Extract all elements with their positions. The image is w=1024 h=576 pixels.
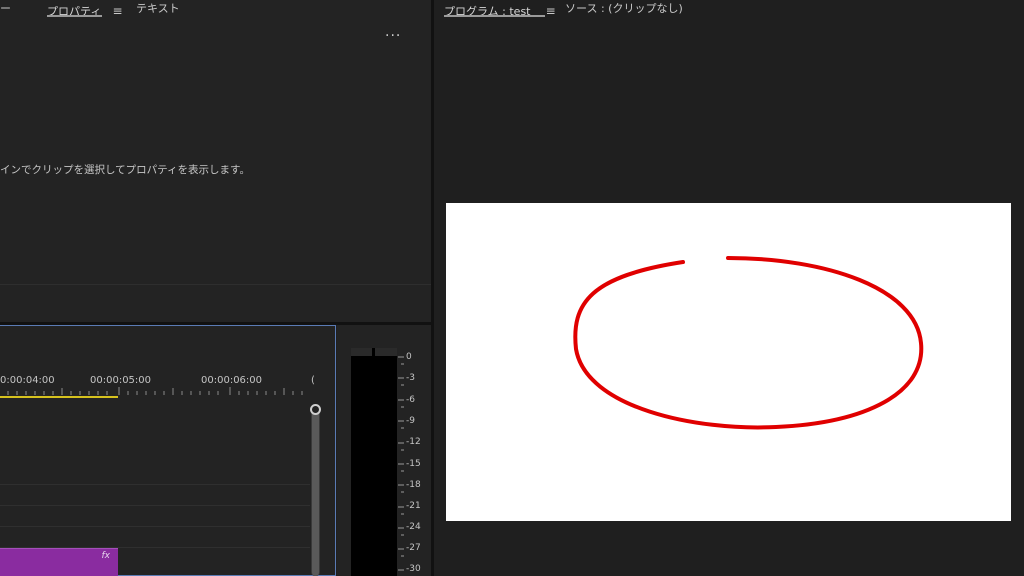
- meter-scale-label: -24: [406, 522, 421, 532]
- meter-scale-label: -30: [406, 564, 421, 574]
- meter-scale-label: -18: [406, 480, 421, 490]
- panel-divider: [0, 284, 431, 285]
- meter-scale-label: -27: [406, 543, 421, 553]
- panel-menu-icon[interactable]: ≡: [546, 4, 556, 18]
- meter-scale-label: -12: [406, 437, 421, 447]
- tab-partial-left[interactable]: ー: [0, 0, 11, 16]
- track-divider: [0, 526, 310, 527]
- panel-menu-icon[interactable]: ≡: [112, 4, 122, 18]
- properties-panel: [0, 0, 431, 322]
- meter-scale-label: -6: [406, 395, 415, 405]
- tab-source[interactable]: ソース : (クリップなし): [565, 0, 683, 16]
- active-tab-indicator: [444, 15, 545, 17]
- meter-channel-left: [351, 348, 372, 356]
- meter-scale-label: -15: [406, 459, 421, 469]
- fx-badge: fx: [101, 551, 111, 561]
- ruler-ticks: [7, 387, 303, 395]
- meter-scale-label: -9: [406, 416, 415, 426]
- properties-empty-hint: インでクリップを選択してプロパティを表示します。: [0, 164, 251, 176]
- scroll-zoom-handle[interactable]: [310, 404, 321, 415]
- timeline-clip[interactable]: fx: [0, 548, 118, 576]
- meter-channel-right: [375, 348, 397, 356]
- timecode-label: 00:00:05:00: [90, 375, 152, 386]
- red-ellipse-drawing: [573, 256, 924, 430]
- meter-scale-ticks: [398, 356, 404, 571]
- tab-text[interactable]: テキスト: [136, 0, 180, 16]
- timecode-label: 00:00:06:00: [201, 375, 263, 386]
- active-tab-indicator: [47, 15, 102, 17]
- meter-scale-label: 0: [406, 352, 412, 362]
- timecode-label: 0:00:04:00: [0, 375, 55, 386]
- timeline-vertical-scrollbar[interactable]: [311, 406, 320, 576]
- track-divider: [0, 484, 310, 485]
- timecode-label: (: [311, 375, 315, 386]
- ellipse-stroke: [573, 256, 924, 430]
- timeline-panel: [0, 325, 336, 576]
- more-options-icon[interactable]: ···: [385, 28, 401, 44]
- program-video-frame[interactable]: [446, 203, 1011, 521]
- meter-scale-label: -21: [406, 501, 421, 511]
- work-area-bar[interactable]: [0, 396, 118, 398]
- meter-scale-label: -3: [406, 373, 415, 383]
- track-divider: [0, 505, 310, 506]
- audio-meter-bars: [351, 348, 397, 576]
- scrollbar-thumb[interactable]: [312, 410, 319, 576]
